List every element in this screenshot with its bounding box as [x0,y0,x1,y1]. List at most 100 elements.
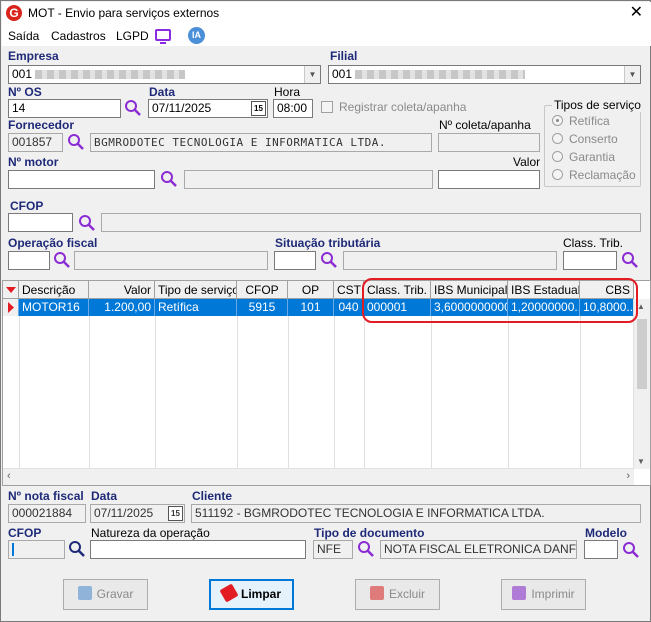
radio-garantia[interactable] [552,151,563,162]
natureza-field[interactable] [90,540,306,559]
scroll-down-icon[interactable]: ▼ [637,457,645,466]
gravar-button[interactable]: Gravar [63,579,148,610]
data-value: 07/11/2025 [152,101,212,115]
grid-line [237,316,238,468]
situacao-tributaria-label: Situação tributária [275,236,381,250]
operacao-fiscal-field[interactable] [8,251,50,270]
redacted-text [355,70,526,80]
grid-line [364,316,365,468]
close-icon[interactable]: ✕ [630,4,643,22]
redacted-text [35,70,186,80]
motor-field[interactable] [8,170,155,189]
filial-value: 001 [332,67,353,81]
data-nf-label: Data [91,489,118,503]
data-field[interactable]: 07/11/2025 15 [148,99,268,118]
calendar-icon[interactable]: 15 [251,101,266,116]
search-icon[interactable] [357,540,375,558]
limpar-button[interactable]: Limpar [209,579,294,610]
fornecedor-code[interactable]: 001857 [8,133,63,152]
os-field[interactable]: 14 [8,99,121,118]
search-icon[interactable] [160,170,178,188]
data-nf-value: 07/11/2025 [94,506,154,520]
class-trib-field[interactable] [563,251,617,270]
search-icon[interactable] [78,214,96,232]
sort-arrow-icon[interactable] [3,281,19,299]
col-cst[interactable]: CST [334,281,364,299]
monitor-icon[interactable] [155,29,171,44]
tipo-documento-code[interactable]: NFE [313,540,353,559]
valor-field[interactable] [438,170,540,189]
radio-retifica[interactable] [552,115,563,126]
grid-line [19,316,20,468]
chevron-down-icon[interactable]: ▼ [624,66,640,83]
situacao-tributaria-field[interactable] [274,251,316,270]
search-icon[interactable] [53,251,71,269]
col-op[interactable]: OP [288,281,334,299]
vertical-scrollbar[interactable]: ▲ ▼ [633,299,650,469]
col-descricao[interactable]: Descrição [19,281,89,299]
class-trib-label: Class. Trib. [563,236,624,250]
cell-op[interactable]: 101 [288,299,334,316]
tipo-documento-label: Tipo de documento [314,526,425,540]
menu-cadastros[interactable]: Cadastros [51,29,106,43]
scroll-right-icon[interactable]: › [626,470,630,482]
filial-label: Filial [330,49,358,63]
grid-line [288,316,289,468]
search-icon[interactable] [124,99,142,117]
empresa-value: 001 [12,67,33,81]
filial-select[interactable]: 001 ▼ [328,65,641,84]
cfop-bottom-field[interactable] [8,540,65,559]
coleta-label: Nº coleta/apanha [439,118,531,132]
chevron-down-icon[interactable]: ▼ [304,66,320,83]
modelo-field[interactable] [584,540,618,559]
app-logo-icon: G [6,5,22,21]
nota-fiscal-label: Nº nota fiscal [8,489,84,503]
horizontal-scrollbar[interactable]: ‹ › [3,468,634,485]
imprimir-button[interactable]: Imprimir [501,579,586,610]
cell-valor[interactable]: 1.200,00 [89,299,155,316]
search-icon[interactable] [67,133,85,151]
cell-cfop[interactable]: 5915 [237,299,288,316]
ia-icon[interactable]: IA [188,27,205,44]
cell-cst[interactable]: 040 [334,299,364,316]
grid-line [155,316,156,468]
cell-descricao[interactable]: MOTOR16 [19,299,89,316]
search-icon[interactable] [68,540,86,558]
coleta-field[interactable] [438,133,540,152]
main-window: G MOT - Envio para serviços externos ✕ S… [0,0,651,622]
radio-reclamacao[interactable] [552,169,563,180]
search-icon[interactable] [622,541,640,559]
registrar-checkbox[interactable] [321,101,333,113]
col-tipo-servico[interactable]: Tipo de serviço [155,281,237,299]
empresa-select[interactable]: 001 ▼ [8,65,321,84]
radio-reclamacao-label: Reclamação [569,168,636,182]
calendar-icon[interactable]: 15 [168,506,183,521]
search-icon[interactable] [320,251,338,269]
col-cfop[interactable]: CFOP [237,281,288,299]
row-indicator-icon [3,299,19,316]
grid-line [431,316,432,468]
fornecedor-label: Fornecedor [8,118,75,132]
motor-desc [184,170,433,189]
valor-label: Valor [513,155,541,169]
scroll-up-icon[interactable]: ▲ [637,302,645,311]
grid-line [89,316,90,468]
hora-field[interactable]: 08:00 [273,99,313,118]
cell-tipo-servico[interactable]: Retífica [155,299,237,316]
menu-lgpd[interactable]: LGPD [116,29,149,43]
excluir-button[interactable]: Excluir [355,579,440,610]
operacao-fiscal-label: Operação fiscal [8,236,98,250]
eraser-icon [219,583,239,603]
scroll-thumb[interactable] [637,319,647,389]
gravar-label: Gravar [96,587,134,601]
cfop-field[interactable] [8,213,73,232]
search-icon[interactable] [621,251,639,269]
limpar-label: Limpar [240,587,281,601]
window-title: MOT - Envio para serviços externos [28,6,220,20]
scroll-left-icon[interactable]: ‹ [7,470,11,482]
col-valor[interactable]: Valor [89,281,155,299]
text-cursor [12,543,14,557]
radio-conserto[interactable] [552,133,563,144]
menu-saida[interactable]: Saída [8,29,39,43]
cfop-label: CFOP [10,199,44,213]
